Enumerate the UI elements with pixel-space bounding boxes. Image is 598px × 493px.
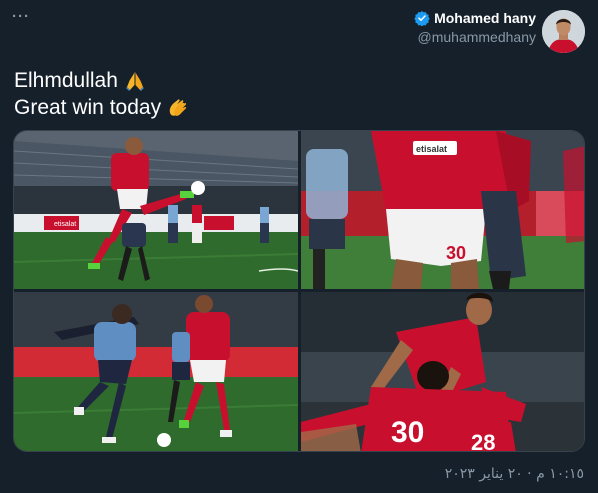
match-photo-2[interactable]: etisalat 30 [301,131,584,289]
ad-board-text: etisalat [54,221,76,228]
jersey-number-a: 30 [391,416,424,449]
tweet-card: ··· Mohamed hany @muhammedhany Elhmdulla… [0,0,598,493]
tweet-text-line-2: Great win today [14,96,162,119]
avatar[interactable] [542,10,585,53]
display-name[interactable]: Mohamed hany [434,10,536,26]
shorts-number: 30 [446,243,466,263]
user-handle[interactable]: @muhammedhany [414,29,537,45]
match-photo-4[interactable]: 30 28 [301,292,584,452]
jersey-sponsor-text: etisalat [416,144,447,154]
more-options-button[interactable]: ··· [12,8,30,25]
author-info[interactable]: Mohamed hany @muhammedhany [414,10,536,45]
jersey-number-b: 28 [471,430,495,452]
tweet-timestamp[interactable]: ١٠:١٥ م · ٢٠ يناير ٢٠٢٣ [445,466,584,482]
clapping-hands-icon [169,98,187,116]
media-grid: etisalat etisalat 30 30 28 [13,130,585,452]
match-photo-1[interactable]: etisalat [14,131,298,289]
folded-hands-icon [125,71,144,91]
tweet-text: Elhmdullah Great win today [14,67,189,121]
match-photo-3[interactable] [14,292,298,451]
tweet-text-line-1: Elhmdullah [14,69,118,92]
verified-badge-icon [414,11,430,26]
